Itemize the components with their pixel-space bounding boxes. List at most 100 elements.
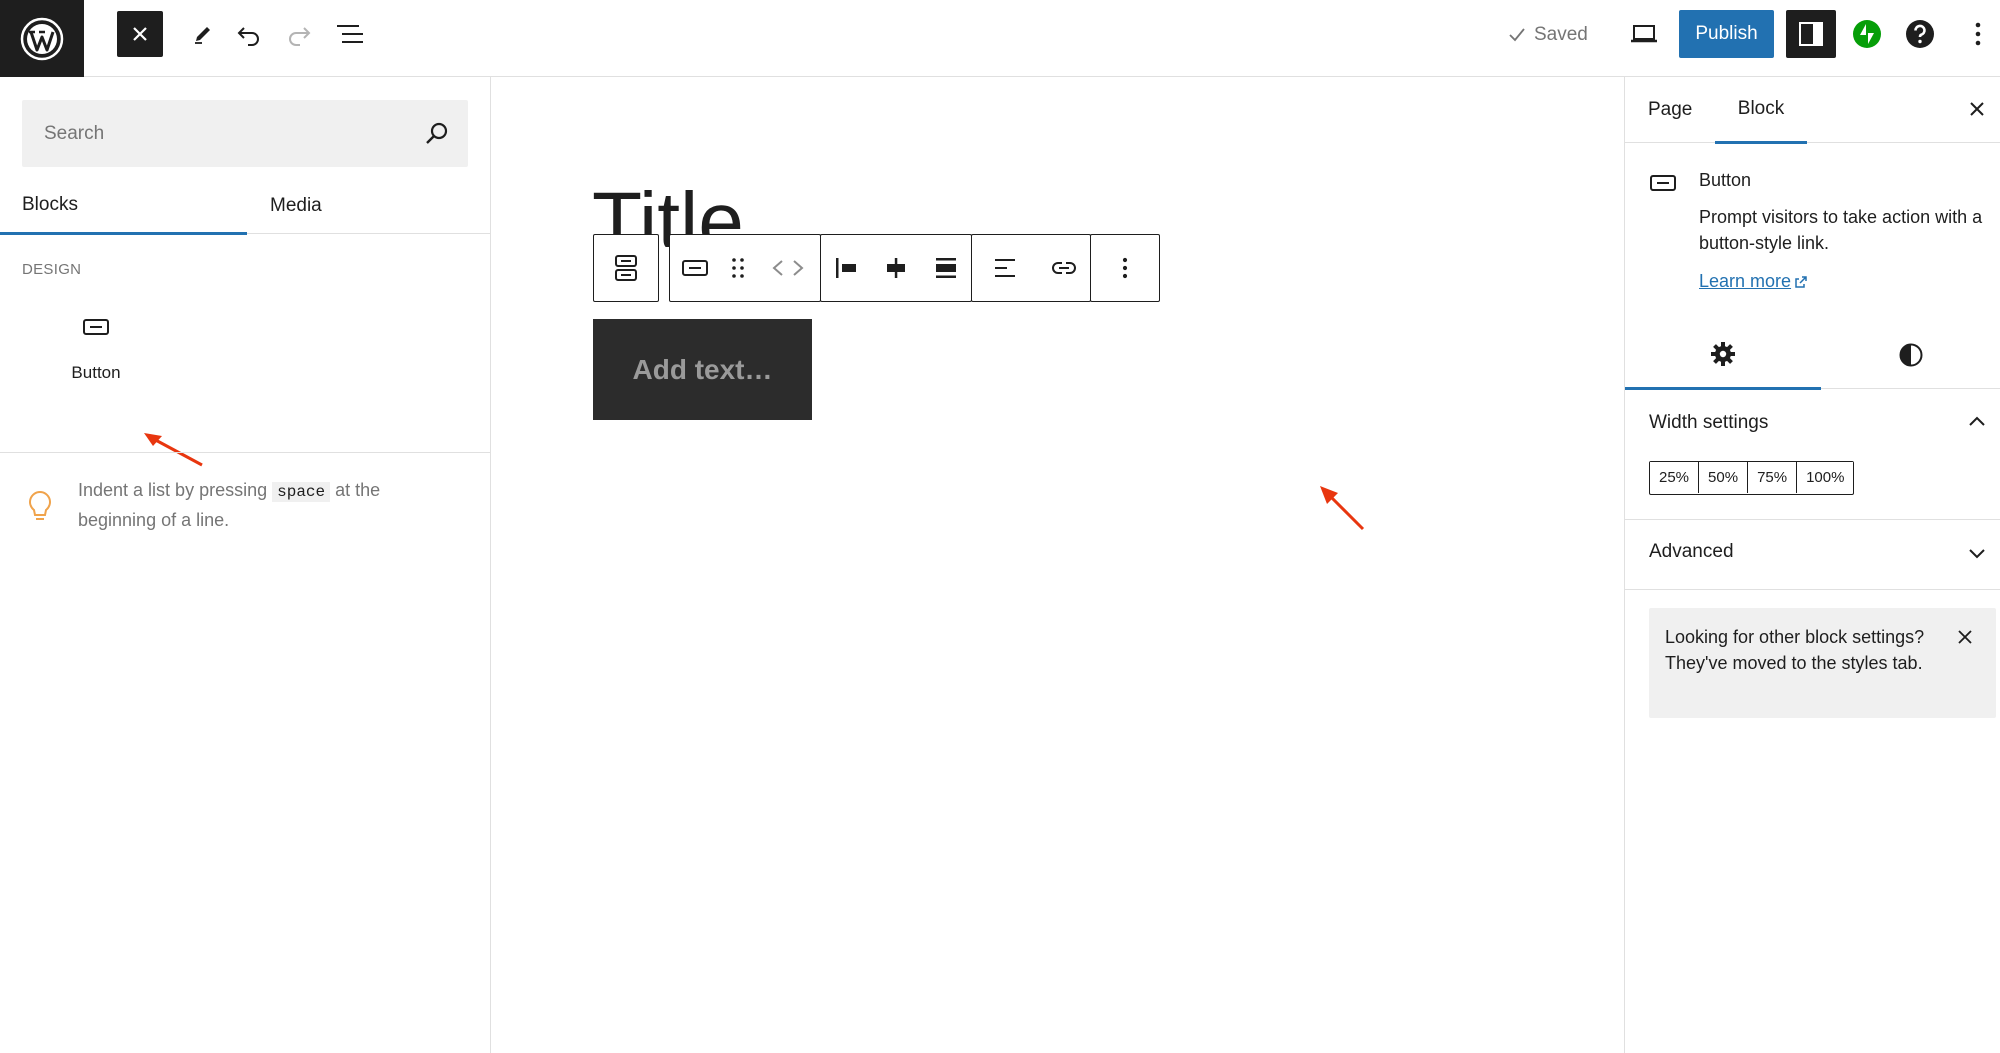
toolbar-group-justify (820, 234, 972, 302)
settings-sidebar: Page Block Button Prompt visitors to tak… (1624, 77, 2000, 1053)
help-button[interactable] (1898, 12, 1942, 56)
inserter-tip: Indent a list by pressing space at the b… (78, 476, 458, 534)
search-input[interactable] (22, 100, 402, 167)
buttons-parent-icon (615, 255, 637, 281)
link-button[interactable] (1038, 236, 1090, 300)
pencil-icon (195, 27, 210, 44)
more-options-button[interactable] (1091, 236, 1159, 300)
block-item-button[interactable]: Button (40, 317, 152, 407)
tip-code: space (272, 482, 331, 502)
divider (0, 452, 491, 453)
drag-handle[interactable] (720, 236, 756, 300)
divider (1625, 589, 2000, 590)
inserter-tabs: Blocks Media (0, 177, 491, 235)
width-option-50[interactable]: 50% (1699, 462, 1749, 493)
drag-handle-icon (732, 258, 744, 278)
annotation-arrow-icon (1320, 486, 1365, 531)
inserter-search (22, 100, 468, 167)
toolbar-group-more (1090, 234, 1160, 302)
width-options: 25% 50% 75% 100% (1649, 461, 1855, 495)
block-item-label: Button (71, 363, 121, 382)
document-overview-button[interactable] (326, 12, 374, 56)
block-card-title: Button (1699, 170, 1752, 190)
tab-styles[interactable] (1821, 320, 2000, 389)
width-settings-heading[interactable]: Width settings (1649, 412, 1768, 434)
preview-button[interactable] (1622, 12, 1666, 56)
align-text-button[interactable] (972, 236, 1038, 300)
tab-page[interactable]: Page (1648, 77, 1692, 143)
desktop-preview-icon (1631, 25, 1657, 43)
notice-text: Looking for other block settings? They'v… (1665, 627, 1925, 673)
divider (1625, 519, 2000, 520)
toolbar-group-block (669, 234, 821, 302)
learn-more-link[interactable]: Learn more (1699, 271, 1808, 292)
more-options-icon (1122, 257, 1128, 279)
select-parent-button[interactable] (593, 234, 659, 302)
category-heading: DESIGN (22, 261, 82, 278)
button-block-icon (1650, 175, 1676, 191)
help-icon (1906, 20, 1934, 48)
redo-button[interactable] (276, 12, 322, 56)
justify-center-button[interactable] (871, 236, 921, 300)
button-block-icon (83, 319, 109, 335)
sidebar-tabs: Page Block (1625, 77, 2000, 144)
settings-sidebar-toggle[interactable] (1786, 10, 1836, 58)
block-inserter-panel: Blocks Media DESIGN Button Indent a list… (0, 77, 491, 1053)
saved-status: Saved (1508, 20, 1588, 50)
close-inserter-button[interactable] (117, 11, 163, 57)
sidebar-icon (1799, 22, 1823, 46)
saved-label: Saved (1534, 24, 1588, 45)
close-icon[interactable] (1965, 97, 1989, 121)
justify-center-icon (887, 258, 905, 278)
publish-button[interactable]: Publish (1679, 10, 1774, 58)
styles-contrast-icon (1899, 343, 1923, 366)
lightbulb-icon (29, 490, 51, 520)
settings-gear-icon (1711, 341, 1735, 366)
checkmark-icon (1509, 28, 1525, 42)
width-option-100[interactable]: 100% (1797, 462, 1854, 493)
tip-text-before: Indent a list by pressing (78, 480, 268, 500)
undo-icon (237, 27, 259, 46)
block-type-button[interactable] (670, 236, 720, 300)
button-block-text[interactable]: Add text… (593, 319, 812, 420)
tab-settings[interactable] (1625, 320, 1821, 390)
block-card-description: Prompt visitors to take action with a bu… (1699, 207, 1983, 253)
align-left-icon (995, 259, 1015, 277)
more-vertical-icon (1975, 22, 1981, 46)
justify-space-between-button[interactable] (921, 236, 971, 300)
advanced-heading[interactable]: Advanced (1649, 541, 1734, 563)
inspector-sub-tabs (1625, 320, 2000, 390)
button-block-icon (682, 260, 708, 276)
tab-blocks[interactable]: Blocks (0, 177, 247, 235)
width-option-25[interactable]: 25% (1650, 462, 1700, 493)
editor-canvas: Title Add text… (492, 77, 1624, 1053)
annotation-arrow-icon (144, 433, 203, 467)
styles-moved-notice: Looking for other block settings? They'v… (1649, 608, 1996, 718)
justify-left-button[interactable] (821, 236, 871, 300)
link-icon (1052, 262, 1076, 274)
chevron-down-icon[interactable] (1965, 541, 1989, 565)
top-toolbar: Saved Publish (0, 0, 2000, 77)
move-arrows-icon (772, 260, 804, 276)
jetpack-icon (1853, 20, 1881, 48)
external-link-icon (1795, 275, 1807, 288)
tab-block[interactable]: Block (1715, 77, 1807, 144)
wordpress-logo-icon[interactable] (0, 0, 84, 77)
options-button[interactable] (1958, 12, 1998, 56)
move-buttons[interactable] (756, 236, 820, 300)
close-icon[interactable] (1956, 628, 1974, 646)
search-icon (426, 122, 448, 144)
justify-left-icon (836, 258, 856, 278)
undo-button[interactable] (226, 12, 272, 56)
toolbar-group-format (971, 234, 1091, 302)
list-view-icon (337, 25, 363, 43)
jetpack-button[interactable] (1847, 12, 1887, 56)
chevron-up-icon[interactable] (1965, 410, 1989, 434)
tab-media[interactable]: Media (247, 177, 491, 234)
close-icon (133, 27, 147, 41)
redo-icon (289, 27, 311, 46)
width-option-75[interactable]: 75% (1748, 462, 1798, 493)
justify-space-between-icon (936, 258, 956, 278)
learn-more-label: Learn more (1699, 271, 1792, 291)
tools-button[interactable] (180, 12, 226, 56)
